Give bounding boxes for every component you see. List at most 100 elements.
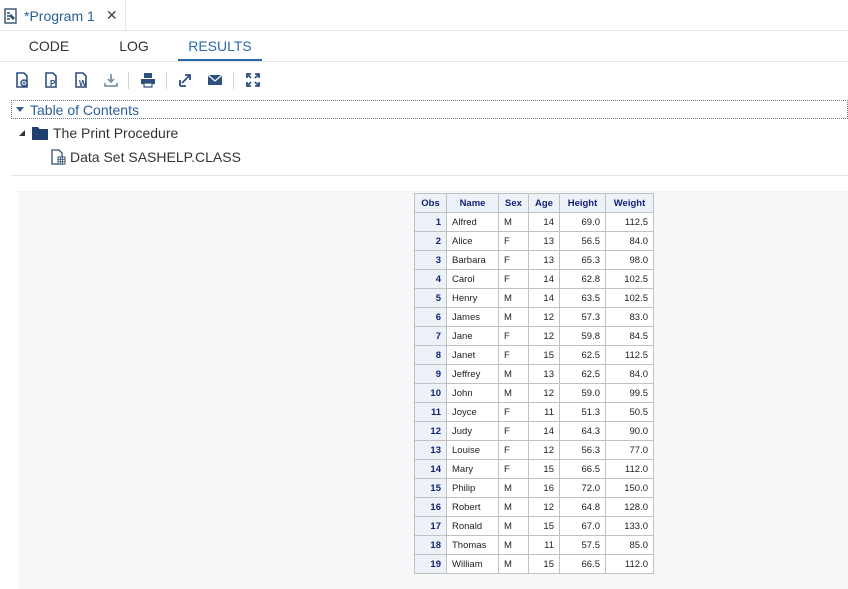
- cell-name: Judy: [446, 421, 499, 441]
- toc-header-label: Table of Contents: [30, 101, 139, 118]
- cell-name: Thomas: [446, 535, 499, 555]
- program-tab[interactable]: *Program 1 ✕: [0, 0, 126, 31]
- download-icon[interactable]: [101, 70, 121, 90]
- cell-name: William: [446, 554, 499, 574]
- cell-age: 12: [528, 440, 560, 460]
- column-header-sex: Sex: [498, 193, 529, 213]
- cell-weight: 102.5: [605, 288, 654, 308]
- tab-log[interactable]: LOG: [98, 31, 170, 61]
- cell-weight: 99.5: [605, 383, 654, 403]
- cell-weight: 50.5: [605, 402, 654, 422]
- cell-obs: 9: [414, 364, 447, 384]
- cell-obs: 2: [414, 231, 447, 251]
- table-row: 1 Alfred M 14 69.0 112.5: [414, 212, 654, 232]
- table-row: 13 Louise F 12 56.3 77.0: [414, 440, 654, 460]
- cell-name: Jeffrey: [446, 364, 499, 384]
- cell-obs: 11: [414, 402, 447, 422]
- cell-age: 12: [528, 307, 560, 327]
- cell-sex: F: [498, 440, 529, 460]
- cell-height: 66.5: [559, 459, 606, 479]
- cell-name: Philip: [446, 478, 499, 498]
- cell-obs: 1: [414, 212, 447, 232]
- cell-sex: F: [498, 402, 529, 422]
- table-row: 15 Philip M 16 72.0 150.0: [414, 478, 654, 498]
- cell-age: 14: [528, 421, 560, 441]
- tab-code[interactable]: CODE: [14, 31, 84, 61]
- svg-text:W: W: [79, 79, 87, 88]
- cell-obs: 8: [414, 345, 447, 365]
- close-icon[interactable]: ✕: [106, 7, 118, 24]
- cell-sex: F: [498, 326, 529, 346]
- cell-name: Jane: [446, 326, 499, 346]
- pdf-doc-icon[interactable]: P: [41, 70, 61, 90]
- caret-down-icon[interactable]: [16, 107, 24, 112]
- view-tabs: CODE LOG RESULTS: [0, 31, 848, 62]
- print-output-table: Obs Name Sex Age Height Weight 1 Alfred M 1…: [414, 193, 654, 574]
- cell-age: 15: [528, 554, 560, 574]
- cell-height: 56.3: [559, 440, 606, 460]
- word-doc-icon[interactable]: W: [71, 70, 91, 90]
- cell-sex: F: [498, 421, 529, 441]
- cell-sex: F: [498, 345, 529, 365]
- cell-sex: F: [498, 269, 529, 289]
- cell-age: 13: [528, 231, 560, 251]
- cell-weight: 133.0: [605, 516, 654, 536]
- cell-height: 51.3: [559, 402, 606, 422]
- cell-height: 62.5: [559, 364, 606, 384]
- html-doc-icon[interactable]: [12, 70, 32, 90]
- cell-obs: 18: [414, 535, 447, 555]
- cell-age: 14: [528, 212, 560, 232]
- table-row: 3 Barbara F 13 65.3 98.0: [414, 250, 654, 270]
- print-icon[interactable]: [138, 70, 158, 90]
- cell-name: John: [446, 383, 499, 403]
- cell-sex: M: [498, 478, 529, 498]
- tab-results[interactable]: RESULTS: [178, 31, 262, 61]
- toc-procedure-node[interactable]: The Print Procedure: [18, 124, 178, 142]
- table-row: 18 Thomas M 11 57.5 85.0: [414, 535, 654, 555]
- results-toolbar: P W: [0, 66, 848, 94]
- popout-icon[interactable]: [175, 70, 195, 90]
- table-row: 16 Robert M 12 64.8 128.0: [414, 497, 654, 517]
- toc-dataset-node[interactable]: Data Set SASHELP.CLASS: [50, 148, 241, 166]
- table-row: 12 Judy F 14 64.3 90.0: [414, 421, 654, 441]
- cell-weight: 102.5: [605, 269, 654, 289]
- cell-sex: M: [498, 307, 529, 327]
- cell-obs: 3: [414, 250, 447, 270]
- cell-height: 57.5: [559, 535, 606, 555]
- table-row: 11 Joyce F 11 51.3 50.5: [414, 402, 654, 422]
- email-icon[interactable]: [205, 70, 225, 90]
- cell-weight: 98.0: [605, 250, 654, 270]
- maximize-icon[interactable]: [243, 70, 263, 90]
- table-row: 2 Alice F 13 56.5 84.0: [414, 231, 654, 251]
- cell-height: 59.0: [559, 383, 606, 403]
- table-row: 7 Jane F 12 59.8 84.5: [414, 326, 654, 346]
- cell-age: 11: [528, 535, 560, 555]
- toc-header[interactable]: Table of Contents: [11, 100, 848, 119]
- cell-height: 63.5: [559, 288, 606, 308]
- cell-height: 57.3: [559, 307, 606, 327]
- cell-weight: 90.0: [605, 421, 654, 441]
- toc-dataset-label: Data Set SASHELP.CLASS: [70, 149, 241, 165]
- cell-age: 12: [528, 383, 560, 403]
- cell-obs: 14: [414, 459, 447, 479]
- cell-weight: 84.0: [605, 364, 654, 384]
- cell-obs: 19: [414, 554, 447, 574]
- table-doc-icon: [51, 149, 66, 165]
- cell-age: 15: [528, 516, 560, 536]
- column-header-name: Name: [446, 193, 499, 213]
- cell-weight: 84.0: [605, 231, 654, 251]
- cell-age: 16: [528, 478, 560, 498]
- table-row: 17 Ronald M 15 67.0 133.0: [414, 516, 654, 536]
- table-row: 9 Jeffrey M 13 62.5 84.0: [414, 364, 654, 384]
- cell-obs: 4: [414, 269, 447, 289]
- cell-height: 62.5: [559, 345, 606, 365]
- cell-weight: 112.5: [605, 212, 654, 232]
- cell-obs: 7: [414, 326, 447, 346]
- cell-name: Robert: [446, 497, 499, 517]
- expanded-triangle-icon[interactable]: [18, 129, 26, 137]
- table-row: 5 Henry M 14 63.5 102.5: [414, 288, 654, 308]
- toolbar-separator: [128, 72, 129, 89]
- cell-height: 64.8: [559, 497, 606, 517]
- cell-obs: 12: [414, 421, 447, 441]
- cell-weight: 112.0: [605, 459, 654, 479]
